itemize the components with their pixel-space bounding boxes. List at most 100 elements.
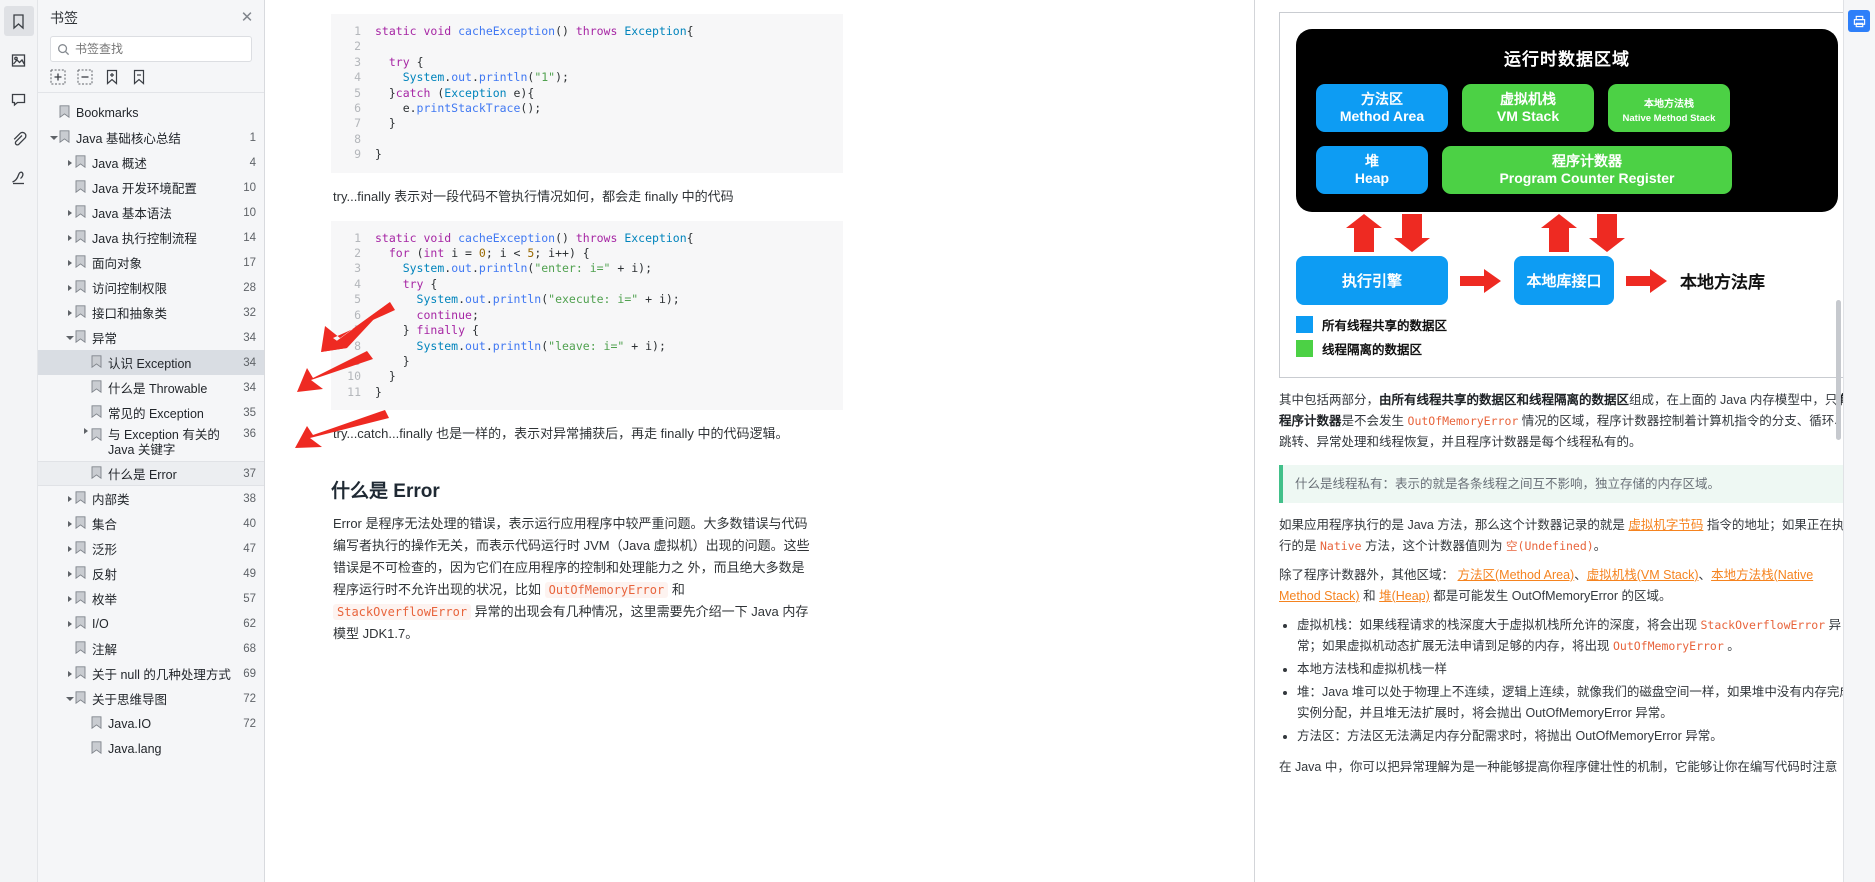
chevron-right-icon[interactable] bbox=[64, 259, 75, 266]
chevron-right-icon[interactable] bbox=[64, 620, 75, 627]
bookmark-item[interactable]: 集合 40 bbox=[38, 511, 264, 536]
close-icon[interactable]: ✕ bbox=[240, 10, 254, 25]
chevron-right-icon[interactable] bbox=[64, 570, 75, 577]
bookmark-page-number: 68 bbox=[243, 642, 256, 655]
bookmark-item[interactable]: 认识 Exception 34 bbox=[38, 350, 264, 375]
bookmark-page-number: 40 bbox=[243, 517, 256, 530]
bookmark-item[interactable]: 关于思维导图 72 bbox=[38, 686, 264, 711]
chevron-right-icon[interactable] bbox=[64, 234, 75, 241]
bookmark-item[interactable]: 内部类 38 bbox=[38, 486, 264, 511]
chevron-down-icon[interactable] bbox=[64, 335, 75, 340]
chevron-right-icon[interactable] bbox=[64, 595, 75, 602]
rail-signature-icon[interactable] bbox=[4, 162, 34, 192]
bookmark-item[interactable]: Java 基础核心总结 1 bbox=[38, 125, 264, 150]
print-icon[interactable] bbox=[1848, 10, 1870, 32]
bookmark-item[interactable]: Bookmarks bbox=[38, 100, 264, 125]
bookmark-item-icon bbox=[75, 690, 86, 704]
bookmark-icon bbox=[75, 329, 88, 346]
left-icon-rail bbox=[0, 0, 38, 882]
chevron-right-icon[interactable] bbox=[64, 209, 75, 216]
bookmark-label: Bookmarks bbox=[76, 105, 139, 120]
block-native-interface: 本地库接口 bbox=[1514, 256, 1614, 305]
bookmark-item-icon bbox=[91, 379, 102, 393]
rp1-e: 是不会发生 bbox=[1341, 414, 1405, 428]
bookmark-label: 关于 null 的几种处理方式 bbox=[92, 668, 231, 682]
chevron-right-icon[interactable] bbox=[80, 428, 91, 434]
bookmark-item[interactable]: 常见的 Exception 35 bbox=[38, 400, 264, 425]
bookmark-item[interactable]: Java 概述 4 bbox=[38, 150, 264, 175]
bookmark-page-number: 37 bbox=[243, 467, 256, 480]
bookmark-item-icon bbox=[75, 304, 86, 318]
bookmark-item-icon bbox=[75, 515, 86, 529]
chevron-down-icon[interactable] bbox=[48, 135, 59, 140]
rail-comment-icon[interactable] bbox=[4, 84, 34, 114]
chevron-right-icon[interactable] bbox=[64, 520, 75, 527]
code-text: static void cacheException() throws Exce… bbox=[375, 230, 694, 245]
bookmark-item[interactable]: 访问控制权限 28 bbox=[38, 275, 264, 300]
bookmark-item[interactable]: Java 执行控制流程 14 bbox=[38, 225, 264, 250]
rail-attachment-icon[interactable] bbox=[4, 123, 34, 153]
bookmark-page-number: 10 bbox=[243, 206, 256, 219]
chevron-right-icon[interactable] bbox=[64, 495, 75, 502]
bookmark-icon bbox=[91, 404, 104, 421]
rp2-link1[interactable]: 虚拟机字节码 bbox=[1628, 518, 1703, 532]
bookmark-item[interactable]: Java.IO 72 bbox=[38, 711, 264, 736]
bookmark-label: 接口和抽象类 bbox=[92, 307, 168, 321]
block-native-method-stack-en: Native Method Stack bbox=[1622, 113, 1716, 124]
search-box[interactable] bbox=[50, 36, 252, 62]
bookmark-page-number: 34 bbox=[243, 356, 256, 369]
bookmark-icon bbox=[75, 565, 88, 582]
bookmark-icon bbox=[75, 204, 88, 221]
bookmark-icon bbox=[91, 715, 104, 732]
bookmark-icon bbox=[75, 690, 88, 707]
search-input[interactable] bbox=[75, 42, 245, 56]
paragraph-try-finally: try...finally 表示对一段代码不管执行情况如何，都会走 finall… bbox=[333, 188, 734, 204]
rail-bookmark-icon[interactable] bbox=[3, 6, 34, 36]
bookmark-item[interactable]: 泛形 47 bbox=[38, 536, 264, 561]
bookmark-item[interactable]: 面向对象 17 bbox=[38, 250, 264, 275]
bookmark-item[interactable]: 异常 34 bbox=[38, 325, 264, 350]
collapse-all-icon[interactable] bbox=[77, 69, 93, 85]
bookmark-item[interactable]: 与 Exception 有关的 Java 关键字 36 bbox=[38, 425, 264, 461]
bookmark-item[interactable]: Java.lang bbox=[38, 736, 264, 761]
chevron-right-icon[interactable] bbox=[64, 309, 75, 316]
document-viewer[interactable]: 1 static void cacheException() throws Exc… bbox=[265, 0, 1255, 882]
vertical-scrollbar[interactable] bbox=[1836, 300, 1841, 440]
jvm-memory-diagram: 运行时数据区域 方法区 Method Area 虚拟机栈 VM Stack 本地… bbox=[1279, 12, 1855, 378]
chevron-right-icon[interactable] bbox=[64, 284, 75, 291]
bookmark-item[interactable]: 什么是 Error 37 bbox=[38, 461, 264, 486]
rp3-link4[interactable]: 堆(Heap) bbox=[1379, 589, 1430, 603]
bookmark-item-icon bbox=[75, 279, 86, 293]
bookmark-label: 与 Exception 有关的 Java 关键字 bbox=[108, 428, 220, 457]
bookmark-icon bbox=[75, 154, 88, 171]
bookmark-item[interactable]: 什么是 Throwable 34 bbox=[38, 375, 264, 400]
bookmark-item[interactable]: 反射 49 bbox=[38, 561, 264, 586]
bookmark-item[interactable]: I/O 62 bbox=[38, 611, 264, 636]
chevron-right-icon[interactable] bbox=[64, 670, 75, 677]
expand-all-icon[interactable] bbox=[50, 69, 66, 85]
right-reference-panel[interactable]: 运行时数据区域 方法区 Method Area 虚拟机栈 VM Stack 本地… bbox=[1255, 0, 1875, 882]
bookmark-item[interactable]: 关于 null 的几种处理方式 69 bbox=[38, 661, 264, 686]
bookmark-item[interactable]: Java 基本语法 10 bbox=[38, 200, 264, 225]
bookmark-page-number: 72 bbox=[243, 692, 256, 705]
code-text: } bbox=[375, 353, 410, 368]
chevron-down-icon[interactable] bbox=[64, 696, 75, 701]
chevron-right-icon[interactable] bbox=[64, 159, 75, 166]
code-line: 4 System.out.println("1"); bbox=[331, 70, 843, 85]
chevron-right-icon[interactable] bbox=[64, 545, 75, 552]
bookmark-item[interactable]: 接口和抽象类 32 bbox=[38, 300, 264, 325]
bookmark-icon bbox=[75, 515, 88, 532]
bookmark-label: Java.lang bbox=[108, 741, 162, 756]
rail-image-icon[interactable] bbox=[4, 45, 34, 75]
delete-bookmark-icon[interactable] bbox=[131, 69, 147, 85]
add-bookmark-icon[interactable] bbox=[104, 69, 120, 85]
bookmark-item-icon bbox=[59, 104, 70, 118]
bookmarks-tree[interactable]: Bookmarks Java 基础核心总结 1 Java 概述 4 Java 开发环境配置… bbox=[38, 93, 264, 882]
right-paragraph-3: 除了程序计数器外，其他区域： 方法区(Method Area)、虚拟机栈(VM … bbox=[1279, 565, 1855, 607]
bookmark-item[interactable]: 枚举 57 bbox=[38, 586, 264, 611]
bullet-text-a: 堆：Java 堆可以处于物理上不连续，逻辑上连续，就像我们的磁盘空间一样，如果堆… bbox=[1297, 685, 1852, 720]
rp3-link2[interactable]: 虚拟机栈(VM Stack) bbox=[1587, 568, 1699, 582]
bookmark-item[interactable]: Java 开发环境配置 10 bbox=[38, 175, 264, 200]
rp3-link1[interactable]: 方法区(Method Area) bbox=[1458, 568, 1575, 582]
bookmark-item[interactable]: 注解 68 bbox=[38, 636, 264, 661]
